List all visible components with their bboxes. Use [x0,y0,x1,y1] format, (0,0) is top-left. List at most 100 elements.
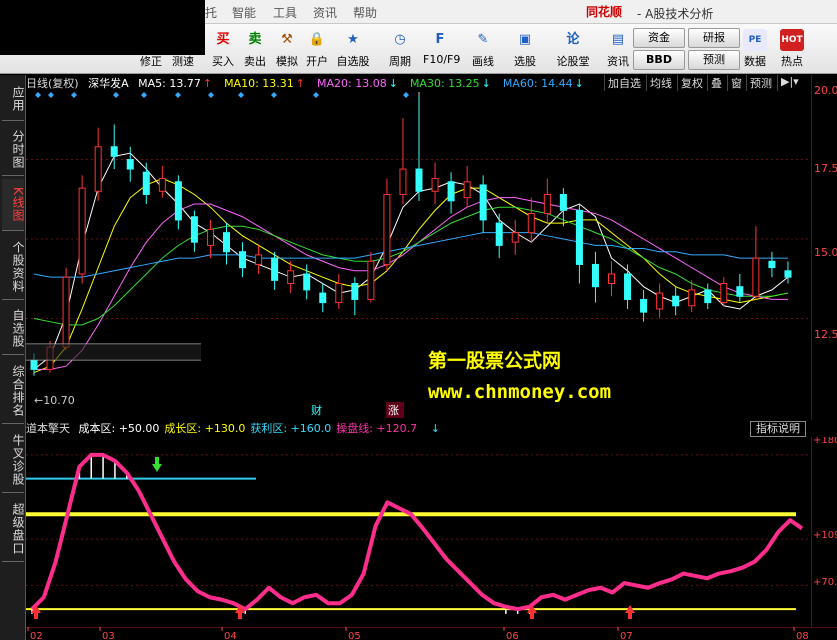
limit-marker[interactable]: 涨 [388,404,399,417]
discuss-icon: 论 [566,32,580,47]
app-window: 托 智能 工具 资讯 帮助 同花顺 - A股技术分析 修正 测速买买入卖卖出 ⚒ 模拟… [0,0,837,640]
buy-arrow-icon[interactable] [625,605,635,619]
price-tick: 17.5 [814,162,837,175]
sidebar-tab-5[interactable]: 综合排名 [2,358,25,424]
chart-header-button-5[interactable]: 预测 [746,75,775,91]
candle-body [479,184,487,221]
news-button[interactable]: ▤ 资讯 [601,27,635,71]
lock-button[interactable]: 🔒 开户 [300,27,334,71]
star-icon: ★ [347,32,359,47]
sidebar-tab-3[interactable]: 个股资料 [2,234,25,300]
ma-arrow: ↓ [388,77,398,90]
candle-body [527,213,535,234]
event-diamond-icon[interactable] [313,92,319,98]
event-diamond-icon[interactable] [238,92,244,98]
indicator-help-button[interactable]: 指标说明 [750,421,806,437]
candle-body [608,273,615,285]
candle-body [335,283,343,304]
pencil-button[interactable]: ✎ 画线 [466,27,500,71]
finance-marker[interactable]: 财 [311,403,322,417]
discuss-button[interactable]: 论论股堂 [556,27,590,71]
candle-body [351,283,359,300]
nav-arrows[interactable]: ▶|▾ [777,75,802,91]
indicator-item-3: 操盘线: +120.7 [336,422,418,435]
candle-body [158,178,166,192]
candle-body [463,181,471,199]
event-diamond-icon[interactable] [71,92,77,98]
hammer-button[interactable]: ⚒ 模拟 [270,27,304,71]
f10-icon: F [435,32,445,47]
menu-item-trade[interactable]: 托 [205,4,217,21]
event-diamond-icon[interactable] [208,92,214,98]
menu-item-tools[interactable]: 工具 [273,4,297,21]
month-tick: 03 [102,631,115,640]
price-axis: 20.0 17.5 15.0 12.5 [811,75,837,420]
redacted-block [0,0,205,55]
chart-header-button-4[interactable]: 窗 [727,75,745,91]
candle-body [126,159,134,170]
event-diamond-icon[interactable] [175,92,181,98]
ma10-line [33,178,789,374]
bbd-button[interactable]: BBD [633,50,685,70]
sidebar-tab-2[interactable]: K线图 [2,179,25,231]
menu-item-help[interactable]: 帮助 [353,4,377,21]
stock-pick-icon: ▣ [518,32,532,47]
sidebar-tab-0[interactable]: 应用 [2,77,25,121]
sidebar-tab-7[interactable]: 超级盘口 [2,496,25,562]
sidebar-tab-1[interactable]: 分时图 [2,124,25,176]
toolbar-label: 选股 [514,55,536,68]
star-button[interactable]: ★ 自选股 [336,27,370,71]
ma-arrow: ↓ [574,77,584,90]
sell-arrow-icon[interactable] [152,457,162,472]
period-label[interactable]: 日线(复权) [26,77,79,90]
candle-body [110,146,118,157]
sidebar: 应用分时图 K线图个股资料自选股综合排名牛叉诊股超级盘口 [0,75,26,640]
event-diamond-icon[interactable] [48,92,54,98]
sell-button[interactable]: 卖卖出 [238,27,272,71]
event-diamond-icon[interactable] [35,92,41,98]
chart-header-button-2[interactable]: 复权 [677,75,706,91]
stock-pick-button[interactable]: ▣ 选股 [508,27,542,71]
indicator-item-0: 成本区: +50.00 [78,422,160,435]
month-tick: 07 [620,631,633,640]
sidebar-tab-6[interactable]: 牛叉诊股 [2,427,25,493]
indicator-item-1: 成长区: +130.0 [164,422,246,435]
pencil-icon: ✎ [477,32,489,47]
hot-button[interactable]: HOT 热点 [775,27,809,71]
event-diamond-icon[interactable] [113,92,119,98]
event-diamond-icon[interactable] [403,92,409,98]
chart-header-button-0[interactable]: 加自选 [604,75,644,91]
f10-button[interactable]: F F10/F9 [423,27,460,71]
event-diamond-icon[interactable] [141,92,147,98]
toolbar-label: 模拟 [276,55,298,68]
menu-item-smart[interactable]: 智能 [232,4,256,21]
candle-body [206,228,214,246]
menu-item-news[interactable]: 资讯 [313,4,337,21]
watermark-url: www.chnmoney.com [428,381,612,403]
price-tick: 12.5 [814,328,837,341]
candle-body [78,187,86,275]
price-chart[interactable]: 19.50 ←10.70 财 涨 [26,92,811,420]
candle-body [559,193,567,211]
candle-body [319,292,327,304]
research-button[interactable]: 研报 [688,28,740,48]
buy-button[interactable]: 买买入 [206,27,240,71]
app-title: - A股技术分析 [637,7,714,21]
chart-header-button-3[interactable]: 叠 [707,75,725,91]
indicator-chart[interactable] [26,437,811,627]
indicator-arrow: ↓ [430,422,440,435]
clock-icon: ◷ [394,32,406,47]
capital-button[interactable]: 资金 [633,28,685,48]
indicator-header: 道本擎天 成本区: +50.00 成长区: +130.0 获利区: +160.0 操盘… [26,420,811,436]
candle-body [62,276,70,348]
indicator-item-2: 获利区: +160.0 [250,422,332,435]
candle-body [752,257,760,297]
clock-button[interactable]: ◷ 周期 [383,27,417,71]
chart-header-button-1[interactable]: 均线 [646,75,675,91]
candle-body [511,232,519,243]
month-tick: 05 [348,631,361,640]
pe-button[interactable]: PE 数据 [738,27,772,71]
sidebar-tab-4[interactable]: 自选股 [2,303,25,355]
event-diamond-icon[interactable] [271,92,277,98]
forecast-button[interactable]: 预测 [688,50,740,70]
